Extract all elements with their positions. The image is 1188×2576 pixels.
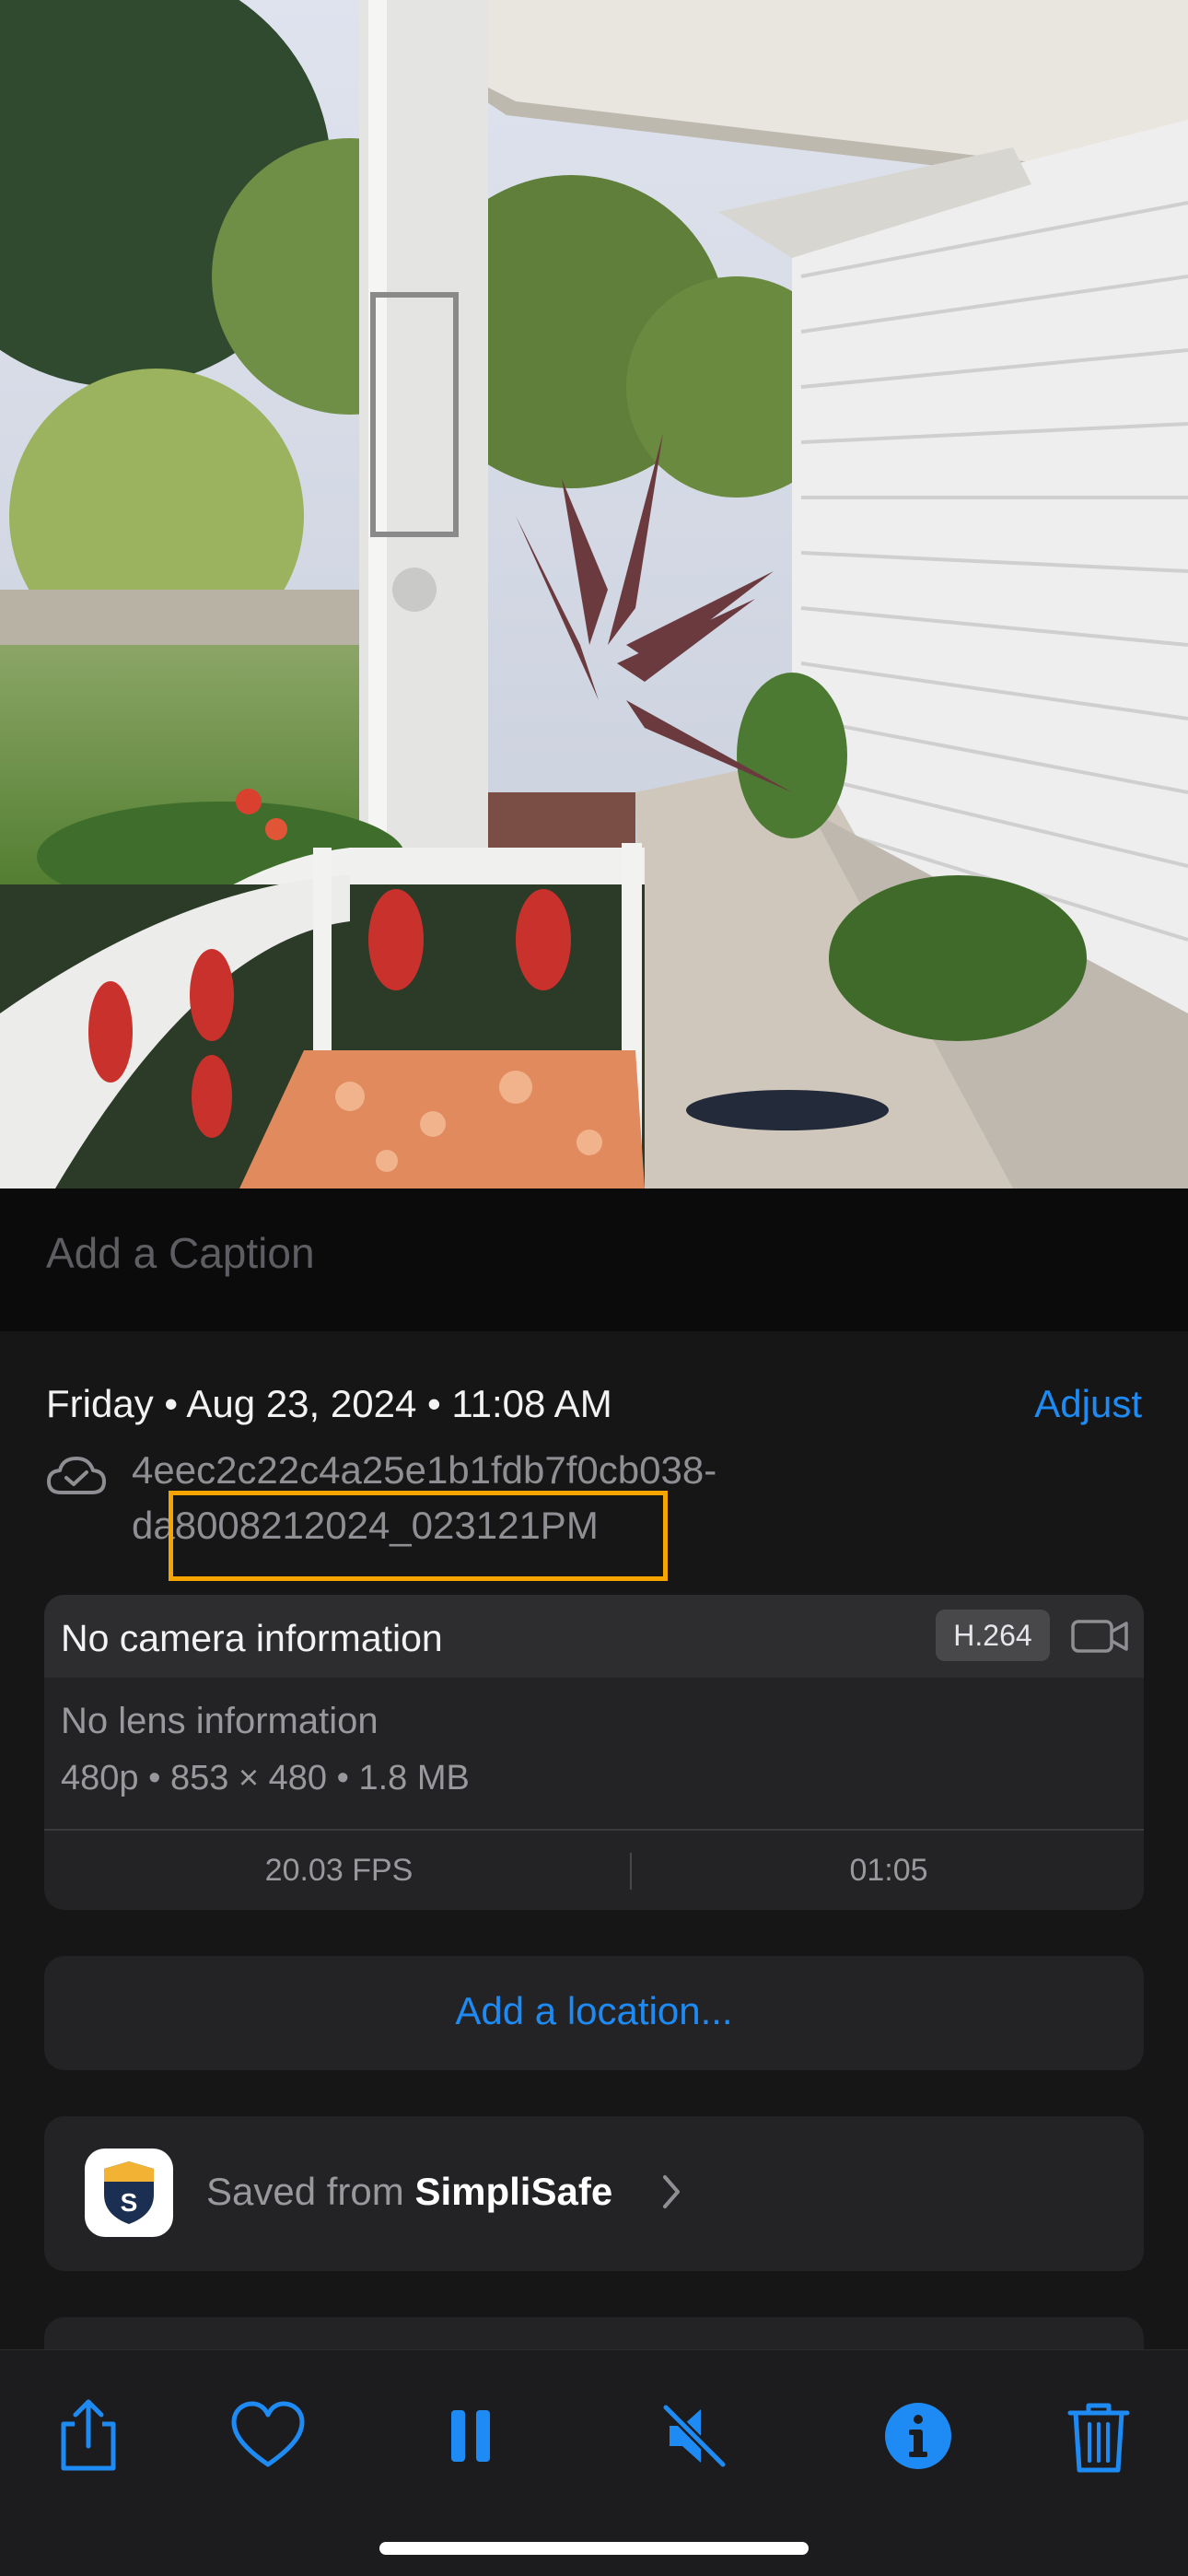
info-button[interactable] <box>877 2395 960 2477</box>
trash-icon <box>1067 2403 1130 2473</box>
bottom-toolbar <box>0 2349 1188 2576</box>
saved-from-prefix: Saved from <box>206 2170 415 2213</box>
pause-icon <box>451 2410 490 2462</box>
svg-text:S: S <box>121 2188 138 2217</box>
info-panel: Friday • Aug 23, 2024 • 11:08 AM Adjust … <box>0 1331 1188 2372</box>
porch-scene-image <box>0 0 1188 1188</box>
add-location-button[interactable]: Add a location... <box>44 1956 1144 2070</box>
video-specs: 480p • 853 × 480 • 1.8 MB <box>61 1759 470 1797</box>
add-location-label: Add a location... <box>455 1989 733 2032</box>
saved-from-text: Saved from SimpliSafe <box>206 2170 612 2214</box>
mute-icon <box>661 2403 728 2469</box>
mute-button[interactable] <box>653 2395 736 2477</box>
share-button[interactable] <box>47 2395 130 2477</box>
caption-bar <box>0 1188 1188 1331</box>
file-name-line-1: 4eec2c22c4a25e1b1fdb7f0cb038- <box>132 1448 717 1492</box>
date-row: Friday • Aug 23, 2024 • 11:08 AM Adjust <box>46 1382 1142 1437</box>
video-camera-icon <box>1071 1620 1128 1653</box>
chevron-right-icon <box>663 2175 680 2208</box>
divider <box>44 1829 1144 1831</box>
delete-button[interactable] <box>1057 2395 1140 2477</box>
home-indicator[interactable] <box>379 2542 809 2555</box>
share-icon <box>61 2399 116 2471</box>
lens-info: No lens information <box>61 1701 379 1741</box>
source-app-name: SimpliSafe <box>414 2170 613 2213</box>
info-icon <box>885 2403 951 2469</box>
video-duration: 01:05 <box>849 1853 928 1888</box>
adjust-button[interactable]: Adjust <box>1034 1382 1142 1426</box>
icloud-check-icon <box>47 1457 106 1494</box>
camera-title: No camera information <box>61 1617 443 1659</box>
favorite-button[interactable] <box>227 2395 309 2477</box>
simplisafe-app-icon: S <box>85 2149 173 2237</box>
pause-button[interactable] <box>429 2395 512 2477</box>
saved-from-row[interactable]: S Saved from SimpliSafe <box>44 2116 1144 2271</box>
caption-input[interactable] <box>46 1225 1142 1281</box>
column-divider <box>630 1853 632 1890</box>
heart-icon <box>231 2401 305 2467</box>
codec-badge: H.264 <box>936 1610 1050 1661</box>
highlight-annotation <box>169 1491 668 1581</box>
video-frame[interactable] <box>0 0 1188 1188</box>
camera-info-header: No camera information H.264 <box>44 1595 1144 1678</box>
camera-info-card: No camera information H.264 No lens info… <box>44 1595 1144 1910</box>
capture-date: Friday • Aug 23, 2024 • 11:08 AM <box>46 1382 612 1425</box>
frame-rate: 20.03 FPS <box>264 1853 413 1888</box>
